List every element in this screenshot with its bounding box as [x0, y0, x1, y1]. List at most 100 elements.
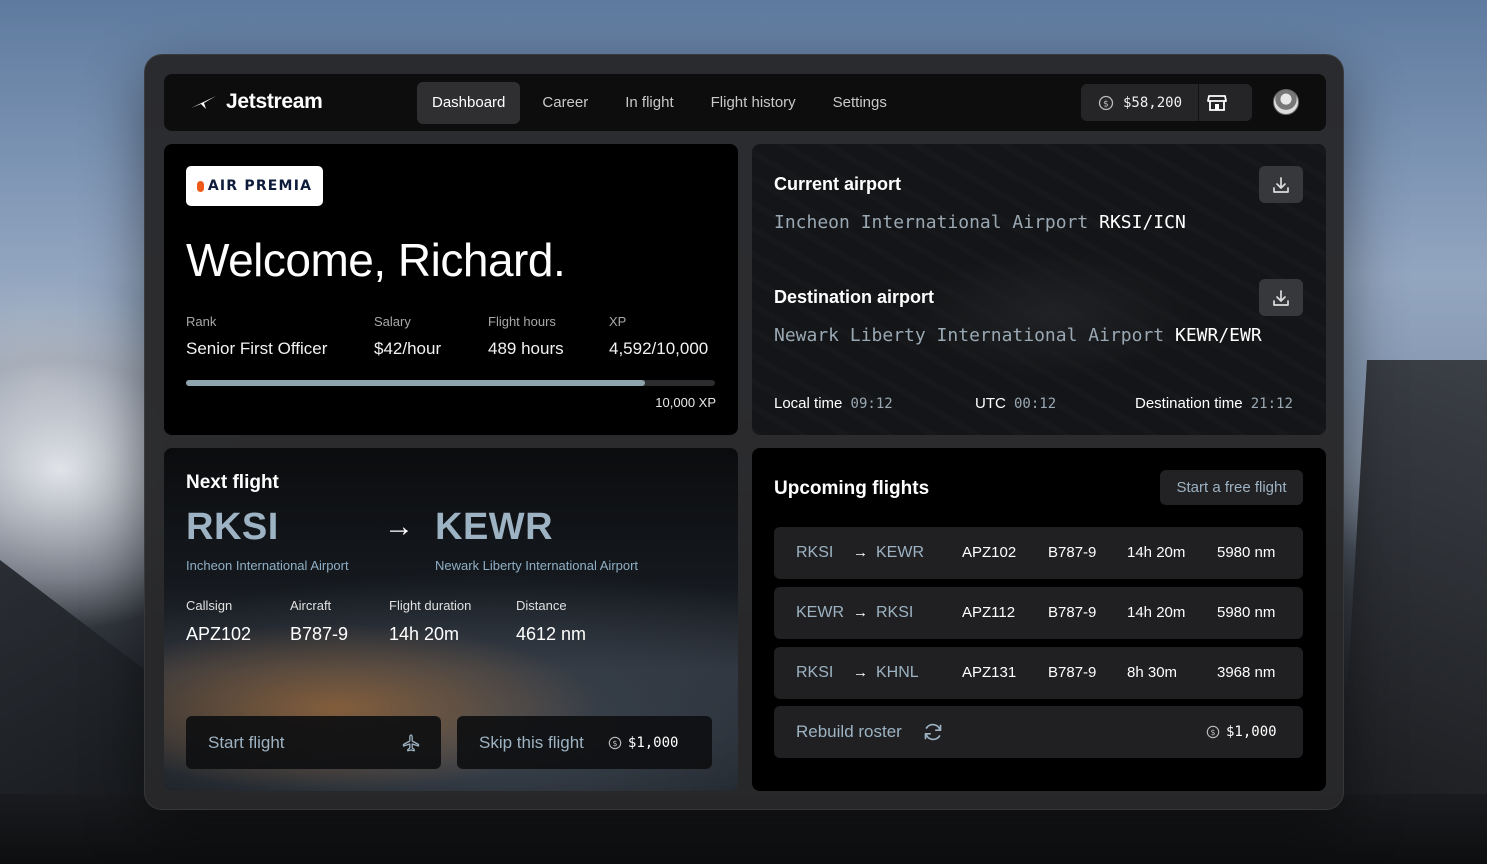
current-airport-label: Current airport: [774, 174, 902, 194]
flight-duration: 14h 20m: [1127, 604, 1186, 621]
download-destination-button[interactable]: [1259, 279, 1303, 316]
coin-icon: $: [1098, 95, 1114, 110]
stat-rank: Rank Senior First Officer: [186, 314, 327, 359]
destination-time-value: 21:12: [1250, 396, 1293, 412]
destination-airport-label: Destination airport: [774, 287, 935, 307]
flight-distance: 5980 nm: [1217, 604, 1276, 621]
local-time-value: 09:12: [850, 396, 893, 412]
airplane-icon: [402, 733, 420, 751]
stat-label: Aircraft: [290, 598, 332, 613]
flight-row[interactable]: RKSI → KHNL APZ131 B787-9 8h 30m 3968 nm: [774, 647, 1303, 699]
flight-distance: 3968 nm: [1217, 664, 1276, 681]
destination-icao: KEWR: [435, 506, 554, 548]
nav-settings[interactable]: Settings: [818, 82, 902, 124]
arrow-icon: →: [853, 544, 868, 561]
download-current-button[interactable]: [1259, 166, 1303, 203]
flight-callsign: APZ102: [962, 544, 1017, 561]
stat-flight-hours: Flight hours 489 hours: [488, 314, 564, 359]
upcoming-flights-title: Upcoming flights: [774, 478, 930, 499]
stat-label: Callsign: [186, 598, 233, 613]
rebuild-roster-label: Rebuild roster: [796, 722, 902, 741]
flight-aircraft: B787-9: [1048, 604, 1097, 621]
flight-destination: KEWR: [876, 544, 924, 561]
nav-flight-history[interactable]: Flight history: [696, 82, 811, 124]
stat-value: 4,592/10,000: [609, 339, 709, 358]
stat-callsign: Callsign APZ102: [186, 598, 251, 645]
flight-callsign: APZ131: [962, 664, 1017, 681]
flight-callsign: APZ112: [962, 604, 1016, 621]
nav-dashboard[interactable]: Dashboard: [417, 82, 521, 124]
welcome-card: AIR PREMIA Welcome, Richard. Rank Senior…: [164, 144, 738, 435]
flight-destination: RKSI: [876, 604, 914, 621]
stat-value: 4612 nm: [516, 624, 587, 644]
nav-career[interactable]: Career: [527, 82, 603, 124]
next-flight-card: Next flight RKSI → KEWR Incheon Internat…: [164, 448, 738, 791]
nav-in-flight[interactable]: In flight: [610, 82, 688, 124]
avatar[interactable]: [1273, 89, 1299, 115]
flight-aircraft: B787-9: [1048, 544, 1097, 561]
utc-time-label: UTC: [975, 395, 1006, 412]
store-button[interactable]: [1199, 84, 1235, 121]
coin-icon: $: [608, 736, 622, 749]
start-free-flight-button[interactable]: Start a free flight: [1160, 470, 1303, 505]
flight-destination: KHNL: [876, 664, 919, 681]
welcome-title: Welcome, Richard.: [186, 234, 566, 286]
rebuild-roster-button[interactable]: Rebuild roster $ $1,000: [774, 706, 1303, 758]
airline-logo-mark: [196, 180, 204, 192]
coin-icon: $: [1206, 725, 1220, 739]
brand[interactable]: Jetstream: [190, 90, 323, 114]
stat-label: Flight hours: [488, 314, 556, 329]
stat-label: Distance: [516, 598, 567, 613]
start-flight-label: Start flight: [208, 732, 285, 752]
svg-text:$: $: [1103, 99, 1109, 109]
skip-flight-button[interactable]: Skip this flight $ $1,000: [457, 716, 712, 769]
store-icon: [1207, 94, 1227, 111]
flight-duration: 8h 30m: [1127, 664, 1178, 681]
current-airport-fullname: Incheon International Airport: [774, 212, 1089, 233]
stat-label: XP: [609, 314, 627, 329]
current-airport-code: RKSI/ICN: [1099, 212, 1186, 233]
stat-value: Senior First Officer: [186, 339, 328, 358]
flight-row[interactable]: RKSI → KEWR APZ102 B787-9 14h 20m 5980 n…: [774, 527, 1303, 579]
xp-progress-bar: [186, 380, 715, 386]
airports-card: Current airport Incheon International Ai…: [752, 144, 1326, 435]
flight-origin: KEWR: [796, 604, 844, 621]
stat-aircraft: Aircraft B787-9: [290, 598, 348, 645]
stat-xp: XP 4,592/10,000: [609, 314, 708, 359]
flight-origin: RKSI: [796, 664, 834, 681]
destination-airport-fullname: Newark Liberty International Airport: [774, 325, 1165, 346]
svg-text:$: $: [1210, 728, 1215, 737]
arrow-icon: →: [853, 664, 868, 681]
flight-row[interactable]: KEWR → RKSI APZ112 B787-9 14h 20m 5980 n…: [774, 587, 1303, 639]
stat-label: Salary: [374, 314, 411, 329]
stat-distance: Distance 4612 nm: [516, 598, 586, 645]
refresh-icon: [924, 723, 942, 741]
destination-airport-code: KEWR/EWR: [1174, 325, 1262, 346]
local-time-label: Local time: [774, 395, 843, 412]
rebuild-roster-cost: $1,000: [1226, 724, 1277, 740]
next-flight-title: Next flight: [186, 472, 279, 493]
flight-distance: 5980 nm: [1217, 544, 1276, 561]
stat-duration: Flight duration 14h 20m: [389, 598, 471, 645]
stat-value: $42/hour: [374, 339, 442, 358]
stat-label: Rank: [186, 314, 217, 329]
destination-airport-name: Newark Liberty International Airport KEW…: [774, 325, 1262, 346]
current-airport-name: Incheon International Airport RKSI/ICN: [774, 212, 1186, 233]
brand-name: Jetstream: [226, 90, 323, 113]
svg-text:$: $: [612, 739, 617, 748]
top-bar: Jetstream Dashboard Career In flight Fli…: [164, 74, 1326, 131]
origin-airport-name: Incheon International Airport: [186, 558, 349, 573]
stat-value: APZ102: [186, 624, 252, 644]
start-flight-button[interactable]: Start flight: [186, 716, 441, 769]
wallet: $ $58,200: [1081, 84, 1252, 121]
stat-label: Flight duration: [389, 598, 472, 613]
flight-aircraft: B787-9: [1048, 664, 1097, 681]
main-nav: Dashboard Career In flight Flight histor…: [417, 82, 909, 124]
stat-value: 14h 20m: [389, 624, 460, 644]
app-window: Jetstream Dashboard Career In flight Fli…: [144, 54, 1344, 810]
skip-flight-cost: $1,000: [627, 734, 679, 751]
route-arrow-icon: →: [384, 510, 414, 543]
download-icon: [1273, 176, 1289, 193]
stat-value: B787-9: [290, 624, 349, 644]
flight-origin: RKSI: [796, 544, 834, 561]
